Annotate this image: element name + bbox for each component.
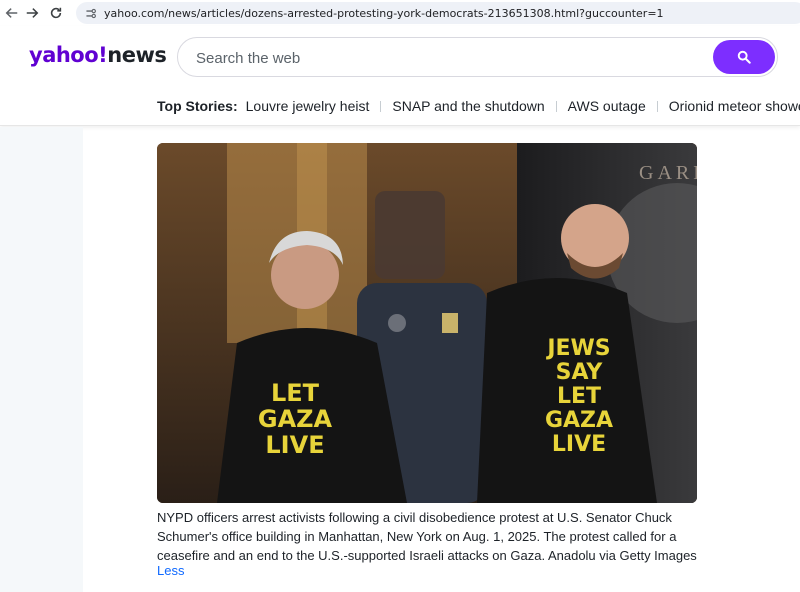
- top-story-link[interactable]: AWS outage: [568, 98, 646, 114]
- site-header: yahoo!news Top Stories: Louvre jewelry h…: [0, 26, 800, 126]
- reload-icon[interactable]: [44, 1, 68, 25]
- search-input[interactable]: [196, 47, 696, 69]
- logo-main: yahoo: [29, 43, 99, 67]
- search-icon: [737, 50, 751, 64]
- left-rail: [0, 127, 83, 592]
- browser-toolbar: yahoo.com/news/articles/dozens-arrested-…: [0, 0, 800, 26]
- photo-caption: NYPD officers arrest activists following…: [157, 510, 697, 563]
- less-link[interactable]: Less: [157, 563, 184, 578]
- shirt-text-right: LIVE: [552, 432, 606, 457]
- divider: [656, 100, 658, 112]
- sign-text: GARD: [639, 162, 697, 184]
- shirt-text-right: JEWS: [545, 336, 610, 361]
- shirt-text-left: LIVE: [265, 431, 324, 459]
- search-box: [177, 37, 778, 77]
- article-photo[interactable]: GARD LET GAZA LIVE JEWS SAY LET GAZA LIV…: [157, 143, 697, 503]
- top-story-link[interactable]: Louvre jewelry heist: [246, 98, 370, 114]
- search-button[interactable]: [713, 40, 775, 74]
- forward-arrow-icon[interactable]: [20, 1, 44, 25]
- url-text: yahoo.com/news/articles/dozens-arrested-…: [104, 6, 664, 20]
- shirt-text-right: GAZA: [545, 408, 613, 433]
- top-stories-label: Top Stories:: [157, 98, 238, 114]
- yahoo-news-logo[interactable]: yahoo!news: [29, 43, 167, 67]
- divider: [380, 100, 382, 112]
- top-stories-bar: Top Stories: Louvre jewelry heist SNAP a…: [157, 96, 800, 116]
- shirt-text-right: LET: [557, 384, 601, 409]
- photo-illustration: GARD LET GAZA LIVE JEWS SAY LET GAZA LIV…: [157, 143, 697, 503]
- logo-news: news: [107, 43, 167, 67]
- shirt-text-right: SAY: [556, 360, 604, 385]
- shirt-text-left: LET: [271, 379, 320, 407]
- divider: [555, 100, 557, 112]
- top-story-link[interactable]: SNAP and the shutdown: [392, 98, 544, 114]
- shirt-text-left: GAZA: [258, 405, 333, 433]
- address-bar[interactable]: yahoo.com/news/articles/dozens-arrested-…: [76, 2, 800, 24]
- logo-bang: !: [98, 43, 108, 67]
- top-story-link[interactable]: Orionid meteor shower: [669, 98, 800, 114]
- site-settings-icon[interactable]: [82, 5, 98, 21]
